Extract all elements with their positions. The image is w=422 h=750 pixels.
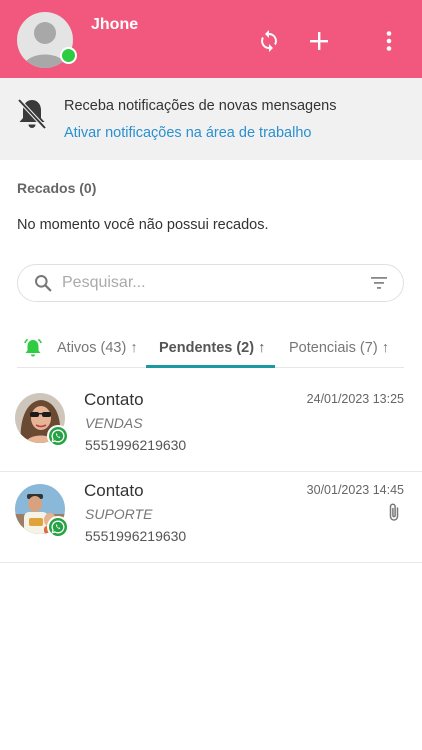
- more-options-button[interactable]: [376, 28, 402, 54]
- sync-icon: [261, 30, 277, 52]
- recados-empty-message: No momento você não possui recados.: [17, 217, 269, 233]
- contact-phone: 5551996219630: [85, 528, 187, 544]
- search-icon: [35, 275, 52, 292]
- whatsapp-channel-badge: [47, 516, 69, 538]
- sort-arrow-icon: ↑: [381, 340, 389, 356]
- contact-list-item[interactable]: Contato VENDAS 5551996219630 24/01/2023 …: [0, 381, 422, 472]
- sync-button[interactable]: [256, 28, 282, 54]
- attachment-icon[interactable]: [388, 502, 400, 522]
- contact-phone: 5551996219630: [85, 437, 187, 453]
- alert-bell-icon[interactable]: [22, 338, 44, 358]
- whatsapp-icon: [51, 520, 65, 534]
- filter-icon[interactable]: [371, 276, 387, 290]
- tab-potenciais[interactable]: Potenciais (7) ↑: [289, 340, 389, 356]
- sort-arrow-icon: ↑: [130, 340, 138, 356]
- recados-heading: Recados (0): [17, 180, 97, 196]
- enable-desktop-notifications-link[interactable]: Ativar notificações na área de trabalho: [64, 125, 311, 141]
- contact-department: VENDAS: [85, 415, 143, 431]
- notification-banner: Receba notificações de novas mensagens A…: [0, 78, 422, 160]
- plus-icon: [310, 32, 328, 50]
- contact-datetime: 30/01/2023 14:45: [306, 483, 404, 497]
- contact-department: SUPORTE: [85, 506, 153, 522]
- tab-pendentes[interactable]: Pendentes (2) ↑: [159, 340, 265, 356]
- tab-ativos[interactable]: Ativos (43) ↑: [57, 340, 138, 356]
- search-bar: [17, 264, 404, 302]
- user-name: Jhone: [91, 16, 139, 33]
- search-input[interactable]: [62, 267, 352, 299]
- contact-name: Contato: [84, 481, 144, 500]
- whatsapp-icon: [51, 429, 65, 443]
- contact-datetime: 24/01/2023 13:25: [306, 392, 404, 406]
- online-status-indicator: [60, 47, 77, 64]
- more-vert-icon: [386, 31, 392, 51]
- contact-name: Contato: [84, 390, 144, 409]
- contact-list-item[interactable]: Contato SUPORTE 5551996219630 30/01/2023…: [0, 472, 422, 563]
- notification-title: Receba notificações de novas mensagens: [64, 98, 337, 114]
- tab-ativos-label: Ativos (43): [57, 340, 127, 356]
- whatsapp-channel-badge: [47, 425, 69, 447]
- tab-potenciais-label: Potenciais (7): [289, 340, 378, 356]
- bell-off-icon: [17, 98, 47, 130]
- tab-pendentes-label: Pendentes (2): [159, 340, 255, 356]
- sort-arrow-icon: ↑: [258, 340, 266, 356]
- add-button[interactable]: [306, 28, 332, 54]
- active-tab-indicator: [146, 365, 275, 368]
- app-header: Jhone: [0, 0, 422, 78]
